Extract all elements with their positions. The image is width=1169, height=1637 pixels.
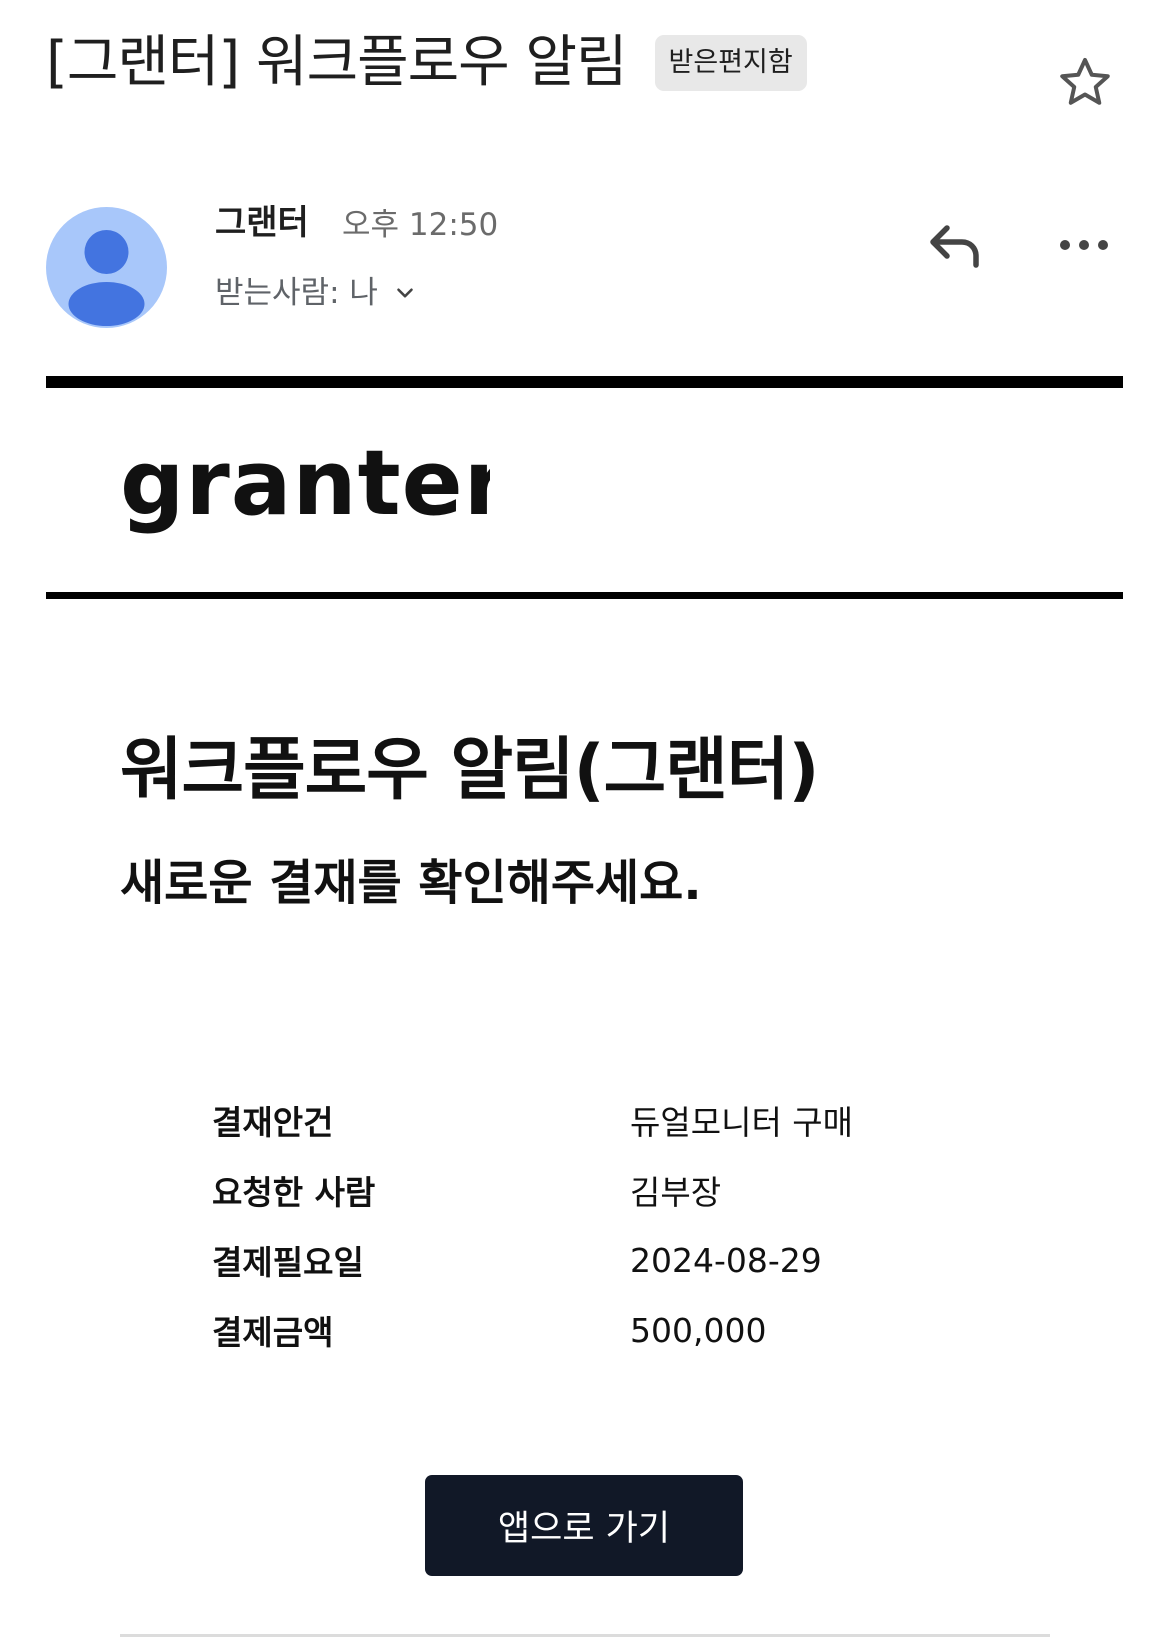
detail-value: 2024-08-29 — [630, 1240, 822, 1280]
recipient-label: 받는사람: 나 — [215, 275, 378, 311]
detail-row-subject: 결재안건 듀얼모니터 구매 — [212, 1085, 853, 1155]
notification-headline: 워크플로우 알림(그랜터) — [120, 731, 819, 810]
recipient-toggle[interactable]: 받는사람: 나 — [215, 272, 418, 314]
email-subject: [그랜터] 워크플로우 알림 — [46, 30, 627, 95]
sender-avatar[interactable] — [46, 207, 167, 328]
header-divider-bottom — [46, 592, 1123, 599]
go-to-app-button[interactable]: 앱으로 가기 — [425, 1475, 743, 1576]
sent-time: 오후 12:50 — [342, 207, 499, 243]
detail-label: 결제금액 — [212, 1313, 334, 1352]
svg-text:granter: granter — [120, 442, 490, 536]
detail-row-amount: 결제금액 500,000 — [212, 1295, 853, 1365]
more-horizontal-icon[interactable] — [1057, 230, 1111, 260]
notification-subheadline: 새로운 결재를 확인해주세요. — [120, 855, 702, 911]
detail-value: 듀얼모니터 구매 — [630, 1103, 854, 1142]
star-icon[interactable] — [1055, 53, 1115, 113]
person-avatar-icon — [68, 230, 145, 326]
reply-icon[interactable] — [925, 220, 985, 270]
header-divider-top — [46, 376, 1123, 388]
detail-label: 요청한 사람 — [212, 1173, 376, 1212]
chevron-down-icon — [397, 288, 413, 298]
sender-name: 그랜터 — [215, 203, 309, 243]
detail-value: 500,000 — [630, 1310, 767, 1350]
email-subject-header: [그랜터] 워크플로우 알림 받은편지함 — [46, 28, 807, 98]
inbox-label-chip[interactable]: 받은편지함 — [654, 35, 807, 91]
approval-details: 결재안건 듀얼모니터 구매 요청한 사람 김부장 결제필요일 2024-08-2… — [212, 1085, 853, 1365]
detail-row-due-date: 결제필요일 2024-08-29 — [212, 1225, 853, 1295]
detail-label: 결재안건 — [212, 1103, 334, 1142]
detail-row-requester: 요청한 사람 김부장 — [212, 1155, 853, 1225]
detail-label: 결제필요일 — [212, 1243, 364, 1282]
detail-value: 김부장 — [630, 1173, 722, 1212]
granter-logo: granter — [120, 442, 490, 536]
